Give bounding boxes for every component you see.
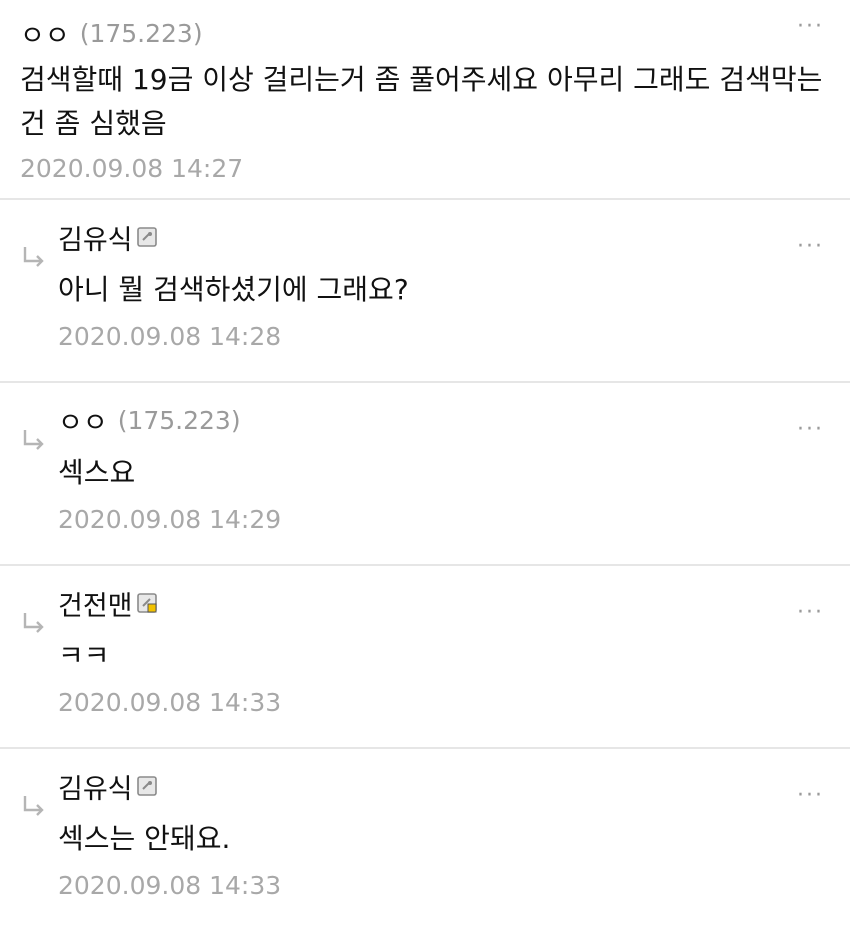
comment-date: 2020.09.08 14:27 (20, 154, 244, 183)
reply-date: 2020.09.08 14:33 (58, 871, 282, 900)
comment-header: ㅇㅇ (175.223) (20, 14, 830, 52)
nickname[interactable]: 건전맨 (58, 584, 133, 623)
gallog-icon[interactable] (136, 227, 157, 247)
more-options-icon[interactable]: ··· (797, 234, 824, 259)
comment-text: 검색할때 19금 이상 걸리는거 좀 풀어주세요 아무리 그래도 검색막는건 좀… (20, 63, 823, 140)
reply-header: 김유식 (58, 767, 830, 805)
reply-item: ··· 김유식 섹스는 안돼요. 2020.09.08 14:33 (0, 767, 850, 932)
nickname[interactable]: ㅇㅇ (20, 14, 70, 53)
reply-text: ㅋㅋ (58, 639, 110, 672)
fixed-member-icon[interactable] (136, 593, 157, 613)
reply-text: 아니 뭘 검색하셨기에 그래요? (58, 273, 409, 306)
reply-arrow-icon (23, 796, 44, 816)
reply-item: ··· 건전맨 ㅋㅋ 2020.09.08 14:33 (0, 584, 850, 749)
reply-arrow-icon (23, 613, 44, 633)
gallog-icon[interactable] (136, 776, 157, 796)
ip-address: (175.223) (117, 405, 241, 435)
reply-date: 2020.09.08 14:28 (58, 322, 282, 351)
reply-header: ㅇㅇ (175.223) (58, 401, 830, 439)
main-comment: ㅇㅇ (175.223) ··· 검색할때 19금 이상 걸리는거 좀 풀어주세… (0, 0, 850, 200)
nickname[interactable]: ㅇㅇ (58, 401, 108, 440)
ip-address: (175.223) (79, 18, 203, 48)
reply-text: 섹스요 (58, 456, 136, 489)
reply-date: 2020.09.08 14:29 (58, 505, 282, 534)
more-options-icon[interactable]: ··· (797, 600, 824, 625)
reply-date: 2020.09.08 14:33 (58, 688, 282, 717)
comment-thread: ㅇㅇ (175.223) ··· 검색할때 19금 이상 걸리는거 좀 풀어주세… (0, 0, 850, 900)
more-options-icon[interactable]: ··· (797, 417, 824, 442)
reply-header: 건전맨 (58, 584, 830, 622)
reply-text: 섹스는 안돼요. (58, 822, 231, 855)
nickname[interactable]: 김유식 (58, 218, 133, 257)
reply-header: 김유식 (58, 218, 830, 256)
nickname[interactable]: 김유식 (58, 767, 133, 806)
reply-arrow-icon (23, 430, 44, 450)
more-options-icon[interactable]: ··· (797, 14, 824, 39)
reply-arrow-icon (23, 247, 44, 267)
reply-item: ··· 김유식 아니 뭘 검색하셨기에 그래요? 2020.09.08 14:2… (0, 218, 850, 383)
reply-item: ··· ㅇㅇ (175.223) 섹스요 2020.09.08 14:29 (0, 401, 850, 566)
more-options-icon[interactable]: ··· (797, 783, 824, 808)
